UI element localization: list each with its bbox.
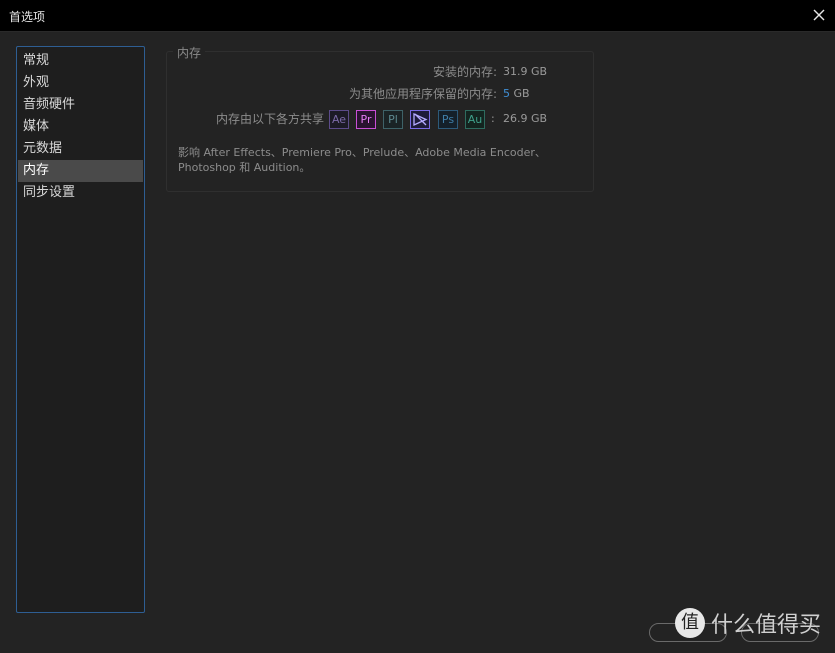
shared-memory-value: 26.9 GB (503, 112, 548, 125)
reserved-memory-unit: GB (513, 87, 530, 100)
shared-memory-label: 内存由以下各方共享 (215, 112, 324, 126)
after-effects-icon: Ae (329, 110, 349, 129)
reserved-memory-value[interactable]: 5 GB (503, 87, 530, 100)
category-list[interactable]: 常规 外观 音频硬件 媒体 元数据 内存 同步设置 (16, 46, 145, 613)
sidebar-item-appearance[interactable]: 外观 (17, 72, 144, 94)
memory-group-label: 内存 (173, 44, 206, 61)
preferences-window: 首选项 常规 外观 音频硬件 媒体 元数据 内存 同步设置 内存 安装的内存: … (0, 0, 835, 653)
watermark-logo: 值 (674, 608, 705, 638)
installed-memory-row: 安装的内存: (167, 63, 497, 79)
media-encoder-glyph (413, 112, 428, 127)
reserved-memory-row: 为其他应用程序保留的内存: (167, 85, 497, 101)
photoshop-icon: Ps (438, 110, 458, 129)
sidebar-item-media[interactable]: 媒体 (17, 116, 144, 138)
window-title: 首选项 (9, 10, 46, 24)
sidebar-item-general[interactable]: 常规 (17, 50, 144, 72)
title-bar: 首选项 (0, 0, 835, 32)
watermark-text: 什么值得买 (710, 613, 821, 638)
sidebar-item-audio-hardware[interactable]: 音频硬件 (17, 94, 144, 116)
site-watermark: 值 什么值得买 (674, 607, 821, 639)
affected-apps-note-line2: Photoshop 和 Audition。 (178, 161, 311, 174)
sidebar-item-metadata[interactable]: 元数据 (17, 138, 144, 160)
installed-memory-value: 31.9 GB (503, 65, 548, 78)
sidebar-item-memory[interactable]: 内存 (18, 160, 143, 182)
premiere-icon: Pr (356, 110, 376, 129)
audition-icon: Au (465, 110, 485, 129)
reserved-memory-label: 为其他应用程序保留的内存: (348, 87, 497, 101)
affected-apps-note: 影响 After Effects、Premiere Pro、Prelude、Ad… (178, 145, 578, 175)
affected-apps-note-line1: 影响 After Effects、Premiere Pro、Prelude、Ad… (178, 146, 546, 159)
shared-memory-row: 内存由以下各方共享 (167, 110, 324, 126)
reserved-memory-number[interactable]: 5 (503, 87, 510, 100)
shared-memory-separator: : (491, 112, 495, 125)
close-icon (813, 9, 825, 21)
installed-memory-label: 安装的内存: (432, 65, 497, 79)
sidebar-item-sync-settings[interactable]: 同步设置 (17, 182, 144, 204)
memory-group: 内存 安装的内存: 31.9 GB 为其他应用程序保留的内存: 5 GB 内存由… (166, 44, 594, 192)
prelude-icon: Pl (383, 110, 403, 129)
media-encoder-icon (410, 110, 430, 129)
close-button[interactable] (809, 5, 829, 25)
